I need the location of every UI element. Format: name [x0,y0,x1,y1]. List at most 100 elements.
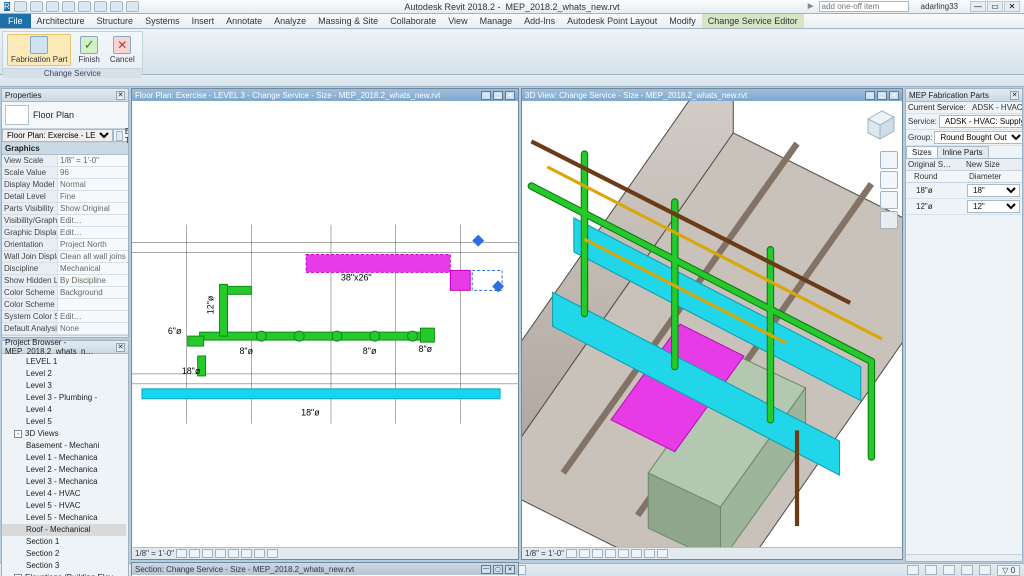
property-row[interactable]: Wall Join DisplayClean all wall joins [2,251,128,263]
edit-type-button[interactable]: Edit Type [113,129,128,142]
visual-style-icon[interactable] [189,549,200,558]
print-icon[interactable] [78,1,91,12]
tree-node[interactable]: Level 3 - Plumbing - [2,392,126,404]
app-menu-button[interactable]: R [4,2,10,11]
steering-wheel-icon[interactable] [880,151,898,169]
tree-node[interactable]: Level 1 - Mechanica [2,452,126,464]
sun-path-icon[interactable] [202,549,213,558]
zoom-icon[interactable] [880,191,898,209]
tree-node[interactable]: Level 4 - HVAC [2,488,126,500]
new-size-select[interactable]: 12" [967,200,1020,213]
drag-icon[interactable] [979,565,991,575]
type-selector[interactable]: Floor Plan: Exercise - LE [2,129,113,142]
property-row[interactable]: Display ModelNormal [2,179,128,191]
tree-node[interactable]: Level 5 - Mechanica [2,512,126,524]
visual-style-icon[interactable] [579,549,590,558]
tab-view[interactable]: View [442,14,473,28]
user-name[interactable]: adarling33 [921,2,958,11]
service-select[interactable]: ADSK - HVAC: Supply Air [939,115,1022,128]
view-cube[interactable] [860,105,898,143]
hide-icon[interactable] [644,549,655,558]
view-scale[interactable]: 1/8" = 1'-0" [135,549,174,558]
tab-insert[interactable]: Insert [186,14,221,28]
panel-close-icon[interactable]: ✕ [1010,91,1019,100]
property-row[interactable]: Show Hidden L…By Discipline [2,275,128,287]
minimize-button[interactable]: — [970,1,986,12]
orbit-icon[interactable] [880,211,898,229]
sync-icon[interactable] [94,1,107,12]
tree-node[interactable]: Basement - Mechani [2,440,126,452]
property-row[interactable]: Scale Value96 [2,167,128,179]
property-row[interactable]: OrientationProject North [2,239,128,251]
view-control-bar[interactable]: 1/8" = 1'-0" [522,547,902,559]
detail-level-icon[interactable] [176,549,187,558]
floor-plan-view[interactable]: Floor Plan: Exercise - LEVEL 3 - Change … [131,88,519,560]
tab-apl[interactable]: Autodesk Point Layout [561,14,663,28]
hide-icon[interactable] [254,549,265,558]
property-row[interactable]: Graphic Display…Edit… [2,227,128,239]
tree-node[interactable]: Level 2 [2,368,126,380]
property-row[interactable]: View Scale1/8" = 1'-0" [2,155,128,167]
tree-node[interactable]: -3D Views [2,428,126,440]
panel-close-icon[interactable]: ✕ [116,91,125,100]
tab-massing-site[interactable]: Massing & Site [312,14,384,28]
shadows-icon[interactable] [215,549,226,558]
view-control-bar[interactable]: 1/8" = 1'-0" [132,547,518,559]
view-min-icon[interactable]: — [481,565,491,574]
tab-change-service-editor[interactable]: Change Service Editor [702,14,804,28]
property-row[interactable]: Detail LevelFine [2,191,128,203]
tab-modify[interactable]: Modify [663,14,702,28]
tab-manage[interactable]: Manage [474,14,519,28]
reveal-icon[interactable] [267,549,278,558]
3d-view[interactable]: 3D View: Change Service - Size - MEP_201… [521,88,903,560]
close-button[interactable]: ✕ [1004,1,1020,12]
view-scale[interactable]: 1/8" = 1'-0" [525,549,564,558]
qat-more-icon[interactable] [126,1,139,12]
panel-close-icon[interactable]: ✕ [116,343,125,352]
view-close-icon[interactable]: ✕ [889,91,899,100]
property-row[interactable]: Default Analysis…None [2,323,128,335]
group-select[interactable]: Round Bought Out [934,131,1022,144]
selection-count[interactable]: ▽ 0 [997,565,1020,576]
tree-node[interactable]: Level 3 [2,380,126,392]
tab-annotate[interactable]: Annotate [220,14,268,28]
tab-inline-parts[interactable]: Inline Parts [937,146,989,158]
view-min-icon[interactable]: — [481,91,491,100]
tree-node[interactable]: +Elevations (Building Elev [2,572,126,576]
fabrication-part-button[interactable]: Fabrication Part [7,34,71,66]
property-row[interactable]: System Color S…Edit… [2,311,128,323]
view-close-icon[interactable]: ✕ [505,565,515,574]
new-size-select[interactable]: 18" [967,184,1020,197]
tree-node[interactable]: Level 2 - Mechanica [2,464,126,476]
tab-sizes[interactable]: Sizes [906,146,938,158]
sun-icon[interactable] [592,549,603,558]
reveal-icon[interactable] [657,549,668,558]
cancel-button[interactable]: Cancel [107,35,138,65]
crop-icon[interactable] [228,549,239,558]
navigation-bar[interactable] [880,151,898,229]
redo-icon[interactable] [62,1,75,12]
crop-icon[interactable] [631,549,642,558]
tab-analyze[interactable]: Analyze [268,14,312,28]
render-icon[interactable] [618,549,629,558]
undo-icon[interactable] [46,1,59,12]
open-icon[interactable] [14,1,27,12]
measure-icon[interactable] [110,1,123,12]
select-links-icon[interactable] [907,565,919,575]
file-tab[interactable]: File [0,14,31,28]
search-input[interactable] [819,1,909,12]
select-face-icon[interactable] [961,565,973,575]
project-tree[interactable]: LEVEL 1Level 2Level 3Level 3 - Plumbing … [2,354,128,576]
property-row[interactable]: Color Scheme L…Background [2,287,128,299]
detail-level-icon[interactable] [566,549,577,558]
tree-node[interactable]: Section 2 [2,548,126,560]
tab-systems[interactable]: Systems [139,14,186,28]
view-max-icon[interactable]: ▢ [877,91,887,100]
property-row[interactable]: Visibility/Graph…Edit… [2,215,128,227]
pan-icon[interactable] [880,171,898,189]
property-row[interactable]: Parts VisibilityShow Original [2,203,128,215]
tab-structure[interactable]: Structure [91,14,140,28]
shadows-icon[interactable] [605,549,616,558]
property-row[interactable]: Color Scheme [2,299,128,311]
tree-node[interactable]: Section 1 [2,536,126,548]
